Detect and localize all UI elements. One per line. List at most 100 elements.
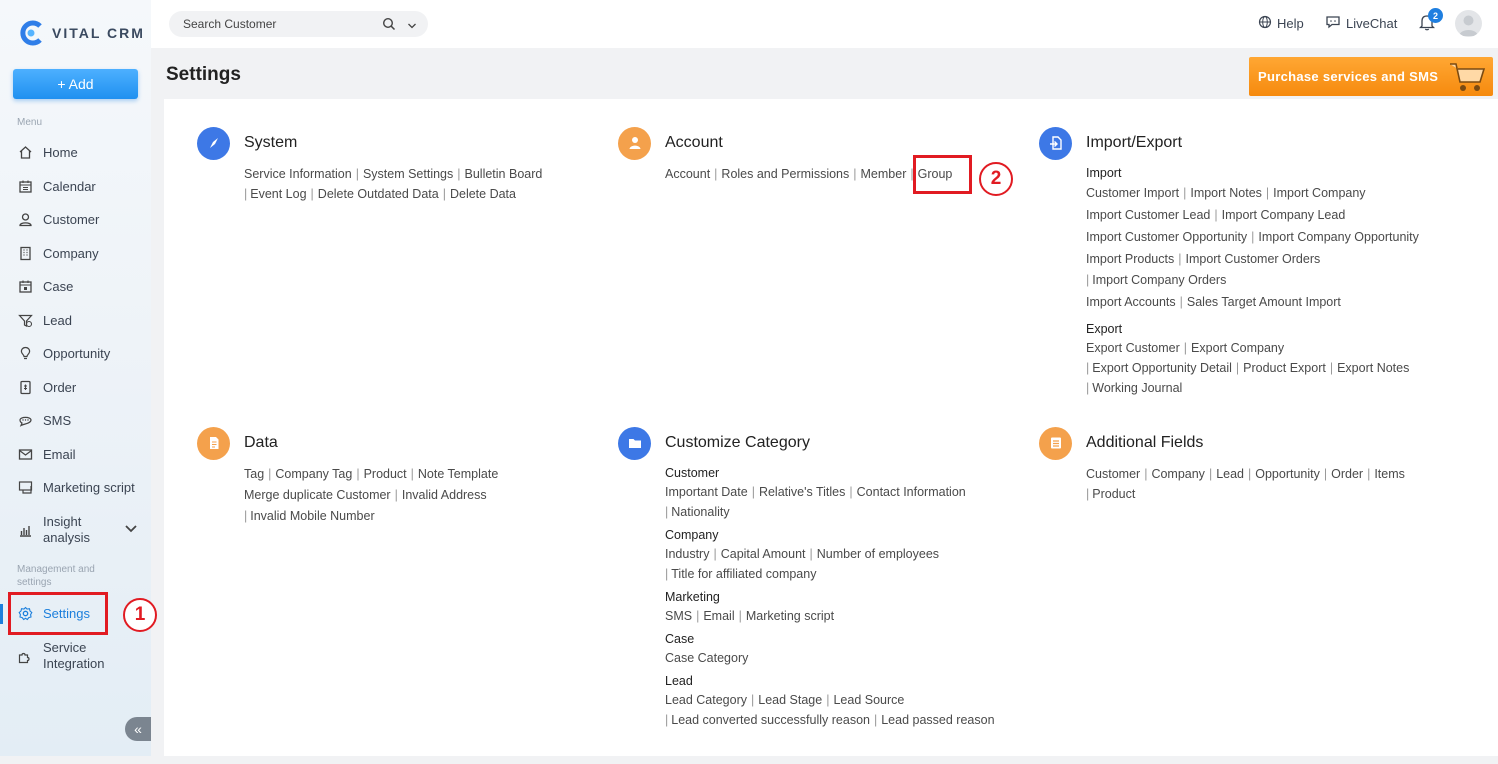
link-account[interactable]: Account [665,167,710,181]
link-merge-duplicate-customer[interactable]: Merge duplicate Customer [244,488,391,502]
link-invalid-address[interactable]: Invalid Address [402,488,487,502]
link-number-of-employees[interactable]: Number of employees [817,547,939,561]
link-import-company-opportunity[interactable]: Import Company Opportunity [1258,230,1419,244]
annotation-box-settings [8,592,108,635]
sidebar-item-company[interactable]: Company [18,243,99,263]
link-email[interactable]: Email [703,609,734,623]
link-import-customer-orders[interactable]: Import Customer Orders [1185,252,1320,266]
link-lead-source[interactable]: Lead Source [833,693,904,707]
folder-icon [618,426,651,460]
link-lead-stage[interactable]: Lead Stage [758,693,822,707]
sidebar-item-service-integration[interactable]: Service Integration [18,639,104,673]
sidebar-item-case[interactable]: Case [18,276,73,296]
link-capital-amount[interactable]: Capital Amount [721,547,806,561]
link-customer-import[interactable]: Customer Import [1086,186,1179,200]
link-af-product[interactable]: Product [1092,487,1135,501]
link-contact-information[interactable]: Contact Information [857,485,966,499]
logo[interactable]: VITAL CRM [18,20,145,46]
link-af-items[interactable]: Items [1374,467,1405,481]
search-icon[interactable] [382,17,396,34]
livechat-label: LiveChat [1346,16,1398,31]
link-import-customer-opportunity[interactable]: Import Customer Opportunity [1086,230,1247,244]
link-import-customer-lead[interactable]: Import Customer Lead [1086,208,1210,222]
link-title-for-affiliated-company[interactable]: Title for affiliated company [671,567,816,581]
search-box[interactable] [169,11,428,37]
link-export-opportunity-detail[interactable]: Export Opportunity Detail [1092,361,1232,375]
link-lead-category[interactable]: Lead Category [665,693,747,707]
link-af-opportunity[interactable]: Opportunity [1255,467,1320,481]
link-industry[interactable]: Industry [665,547,709,561]
search-scope-chevron-icon[interactable] [407,19,417,33]
sidebar-item-sms[interactable]: SMS [18,410,71,430]
search-input[interactable] [183,17,373,31]
sidebar-item-email[interactable]: Email [18,444,76,464]
sidebar-item-marketing-script[interactable]: Marketing script [18,477,135,497]
sidebar-item-calendar[interactable]: Calendar [18,176,96,196]
card-title: Customize Category [665,434,810,451]
link-important-date[interactable]: Important Date [665,485,748,499]
avatar[interactable] [1455,10,1482,37]
link-tag[interactable]: Tag [244,467,264,481]
card-data: Data Tag | Company Tag | Product | Note Templa… [197,426,584,527]
link-export-customer[interactable]: Export Customer [1086,341,1180,355]
card-links: Customer | Company | Lead | Opportunity | Order |… [1086,464,1486,504]
link-invalid-mobile-number[interactable]: Invalid Mobile Number [250,509,374,523]
link-sms[interactable]: SMS [665,609,692,623]
link-event-log[interactable]: Event Log [250,187,306,201]
link-af-company[interactable]: Company [1151,467,1205,481]
link-roles-and-permissions[interactable]: Roles and Permissions [721,167,849,181]
link-sales-target-amount-import[interactable]: Sales Target Amount Import [1187,295,1341,309]
link-delete-outdated-data[interactable]: Delete Outdated Data [318,187,439,201]
link-system-settings[interactable]: System Settings [363,167,453,181]
sidebar-item-label: Company [43,245,99,261]
add-button[interactable]: + Add [13,69,138,99]
link-product-export[interactable]: Product Export [1243,361,1326,375]
collapse-sidebar-button[interactable]: « [125,717,151,741]
link-import-accounts[interactable]: Import Accounts [1086,295,1176,309]
help-label: Help [1277,16,1304,31]
link-af-lead[interactable]: Lead [1216,467,1244,481]
link-import-company[interactable]: Import Company [1273,186,1365,200]
link-marketing-script[interactable]: Marketing script [746,609,834,623]
sidebar-item-insight-analysis[interactable]: Insight analysis [18,513,90,547]
active-indicator [0,604,3,624]
annotation-box-group [913,155,972,194]
link-import-company-orders[interactable]: Import Company Orders [1092,273,1226,287]
link-import-products[interactable]: Import Products [1086,252,1174,266]
link-delete-data[interactable]: Delete Data [450,187,516,201]
sidebar-item-order[interactable]: Order [18,377,76,397]
link-case-category[interactable]: Case Category [665,651,748,665]
link-export-notes[interactable]: Export Notes [1337,361,1409,375]
sidebar-item-lead[interactable]: Lead [18,310,72,330]
link-import-notes[interactable]: Import Notes [1190,186,1262,200]
sidebar-item-home[interactable]: Home [18,142,78,162]
sidebar-item-label: analysis [43,530,90,545]
purchase-services-button[interactable]: Purchase services and SMS [1249,57,1493,96]
sidebar-item-label: Case [43,278,74,294]
help-link[interactable]: Help [1258,15,1304,32]
sidebar-item-customer[interactable]: Customer [18,209,99,229]
sidebar-item-opportunity[interactable]: Opportunity [18,343,110,363]
link-product[interactable]: Product [364,467,407,481]
link-lead-passed-reason[interactable]: Lead passed reason [881,713,994,727]
link-line: | Event Log | Delete Outdated Data | Delete D… [244,187,516,201]
livechat-link[interactable]: LiveChat [1325,15,1397,32]
link-note-template[interactable]: Note Template [418,467,498,481]
annotation-step-2: 2 [979,162,1013,196]
link-af-customer[interactable]: Customer [1086,467,1140,481]
link-export-company[interactable]: Export Company [1191,341,1284,355]
link-nationality[interactable]: Nationality [671,505,729,519]
chevron-down-icon[interactable] [124,522,138,537]
link-relatives-titles[interactable]: Relative's Titles [759,485,845,499]
link-lead-converted-reason[interactable]: Lead converted successfully reason [671,713,870,727]
link-bulletin-board[interactable]: Bulletin Board [465,167,543,181]
link-working-journal[interactable]: Working Journal [1092,381,1182,395]
link-member[interactable]: Member [861,167,907,181]
sidebar-item-label-group: Insight analysis [43,514,90,546]
link-line: Industry | Capital Amount | Number of employ… [665,547,940,561]
link-service-information[interactable]: Service Information [244,167,352,181]
card-links: Service Information | System Settings | Bull… [244,164,584,204]
link-import-company-lead[interactable]: Import Company Lead [1222,208,1346,222]
link-af-order[interactable]: Order [1331,467,1363,481]
link-company-tag[interactable]: Company Tag [275,467,352,481]
